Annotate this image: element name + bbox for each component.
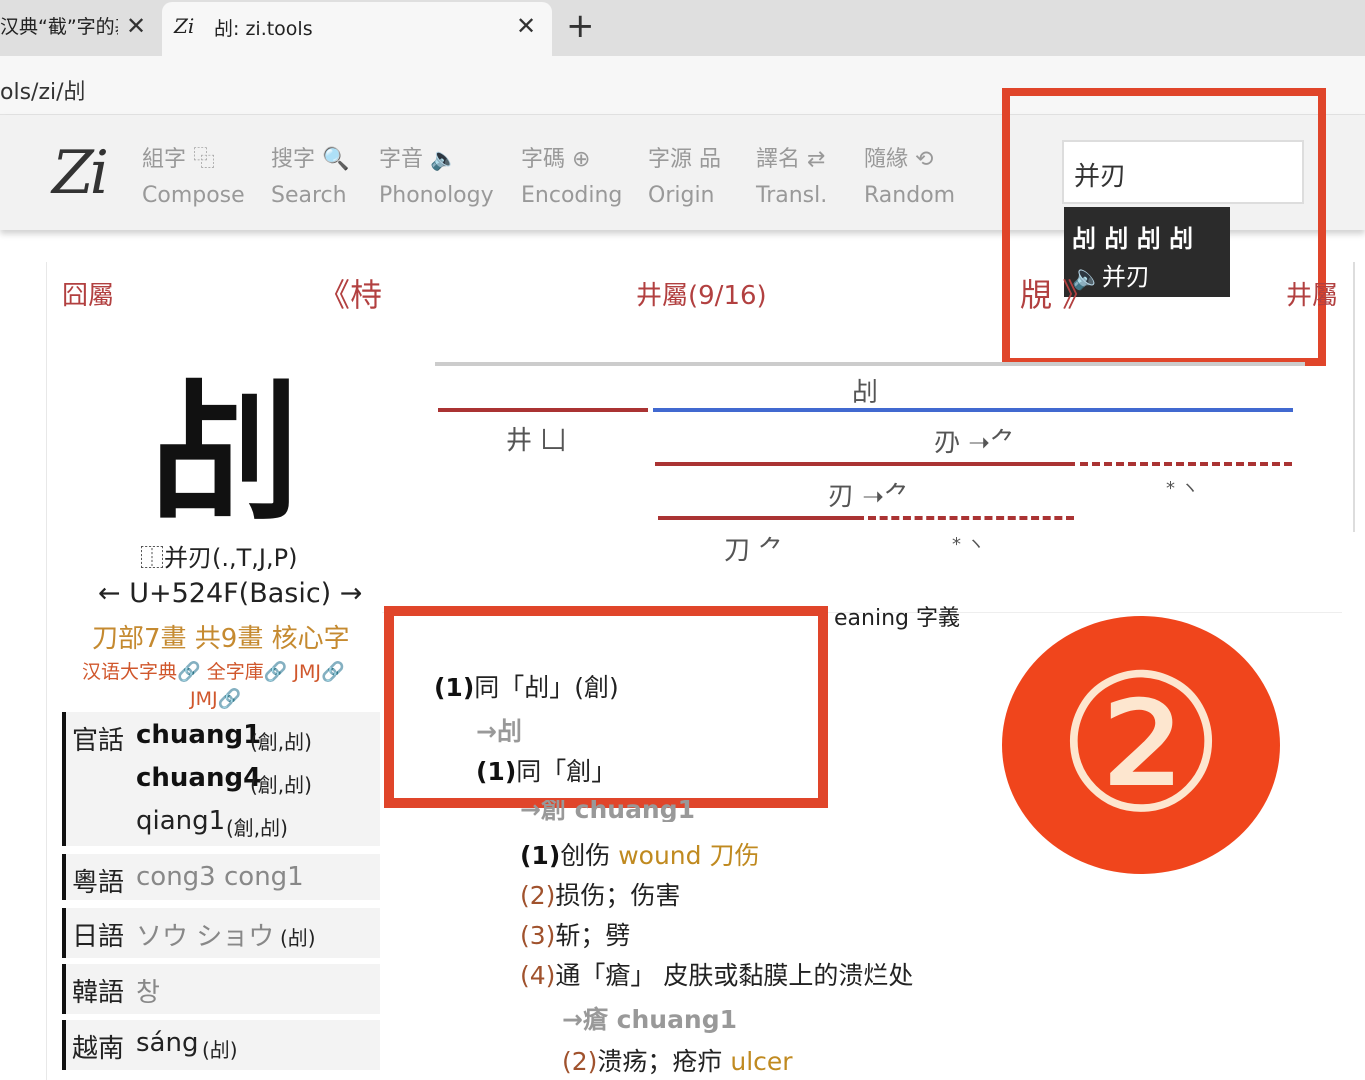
- tree-right-branch: [653, 408, 1293, 412]
- tree-dash-2: [1080, 462, 1292, 466]
- vietnamese-value[interactable]: sáng: [136, 1028, 198, 1058]
- tree-root-char[interactable]: 㓠: [852, 372, 878, 409]
- meaning-crossref[interactable]: →瘡 chuang1: [562, 1000, 737, 1036]
- pinyin-2[interactable]: chuang4: [136, 763, 261, 793]
- tree-right-component[interactable]: 刅 ➝⺈: [934, 422, 1016, 459]
- pinyin-1[interactable]: chuang1: [136, 720, 261, 750]
- vietnamese-note: (㓠): [202, 1038, 238, 1062]
- nav-translation[interactable]: 譯名 ⇄ Transl.: [756, 142, 827, 214]
- zi-favicon-icon: Zi: [174, 14, 195, 38]
- tree-bottom-component[interactable]: 刀 ⺈: [724, 530, 784, 567]
- pinyin-note-1: (創,㓠): [250, 730, 312, 754]
- nav-encoding-label: Encoding: [521, 183, 623, 208]
- ids-decomposition: ⿰并刃(.,T,J,P): [140, 544, 298, 572]
- nav-compose[interactable]: 組字 ⿻ Compose: [142, 142, 245, 214]
- meaning-item: (1)同「創」: [476, 757, 617, 786]
- close-icon[interactable]: ✕: [516, 12, 536, 40]
- korean-value[interactable]: 창: [136, 972, 160, 1009]
- tab-handian[interactable]: 汉典“截”字的基 ✕: [0, 0, 160, 52]
- nav-random[interactable]: 隨緣 ⟲ Random: [864, 142, 955, 214]
- main-character: 㓠: [150, 368, 301, 542]
- cantonese-reading: 粵語 cong3 cong1: [62, 854, 380, 900]
- nav-phonology[interactable]: 字音 🔈 Phonology: [379, 142, 494, 214]
- nav-translation-label: Transl.: [756, 183, 828, 208]
- nav-search-label-zh: 搜字 🔍: [271, 147, 350, 172]
- url-field[interactable]: ols/zi/㓠: [0, 74, 86, 106]
- nav-encoding[interactable]: 字碼 ⊕ Encoding: [521, 142, 622, 214]
- japanese-label: 日語: [72, 922, 125, 952]
- meaning-crossref[interactable]: →創 chuang1: [520, 800, 695, 822]
- tree-top-rule: [435, 362, 1305, 366]
- nav-search-label: Search: [271, 183, 347, 208]
- stroke-info: 刀部7畫 共9畫 核心字: [92, 624, 350, 654]
- meaning-crossref[interactable]: →㓠: [476, 712, 522, 748]
- scroll-edge: [1353, 262, 1365, 532]
- annotation-number-badge: ②: [1002, 616, 1280, 874]
- tab-zitools[interactable]: Zi 㓠: zi.tools ✕: [162, 2, 552, 56]
- next-char-link[interactable]: 覑 》: [1020, 270, 1094, 316]
- cantonese-label: 粵語: [72, 868, 125, 898]
- vietnamese-reading: 越南 sáng (㓠): [62, 1020, 380, 1070]
- nav-origin-label: Origin: [648, 183, 715, 208]
- nav-phonology-label-zh: 字音 🔈: [379, 147, 458, 172]
- meaning-item: (2)损伤；伤害: [520, 881, 681, 910]
- nav-random-label: Random: [864, 183, 956, 208]
- korean-reading: 韓語 창: [62, 964, 380, 1014]
- radical-link-right[interactable]: 井屬: [1286, 275, 1338, 312]
- nav-search[interactable]: 搜字 🔍 Search: [271, 142, 349, 214]
- nav-translation-label-zh: 譯名 ⇄: [756, 147, 826, 172]
- meaning-item: (1)同「㓠」(創): [434, 673, 619, 702]
- nav-origin-label-zh: 字源 品: [648, 147, 721, 172]
- pinyin-3[interactable]: qiang1: [136, 806, 225, 836]
- japanese-value[interactable]: ソウ ショウ: [136, 916, 274, 953]
- japanese-note: (㓠): [280, 926, 316, 950]
- cantonese-value[interactable]: cong3 cong1: [136, 862, 304, 892]
- nav-encoding-label-zh: 字碼 ⊕: [521, 147, 591, 172]
- meaning-item: (2)溃疡；疮疖 ulcer: [562, 1047, 793, 1076]
- nav-phonology-label: Phonology: [379, 183, 494, 208]
- tree-dash-3: [868, 516, 1074, 520]
- new-tab-button[interactable]: +: [566, 6, 595, 46]
- vietnamese-label: 越南: [72, 1034, 125, 1064]
- nav-random-label-zh: 隨緣 ⟲: [864, 147, 934, 172]
- dictionary-links[interactable]: 汉语大字典🔗 全字庫🔗 JMJ🔗: [82, 657, 345, 684]
- tree-left-branch: [438, 408, 648, 412]
- mandarin-reading: 官話 chuang1 (創,㓠) chuang4 (創,㓠) qiang1 (創…: [62, 712, 380, 846]
- pinyin-note-3: (創,㓠): [226, 816, 288, 840]
- pinyin-note-2: (創,㓠): [250, 773, 312, 797]
- nav-origin[interactable]: 字源 品 Origin: [648, 142, 721, 214]
- zi-logo[interactable]: Zi: [52, 138, 109, 208]
- tree-branch-2: [655, 462, 1075, 466]
- korean-label: 韓語: [72, 978, 125, 1008]
- tree-left-component[interactable]: 井 ⼐: [506, 420, 566, 457]
- tree-stroke-1: * ヽ: [1166, 478, 1199, 499]
- tree-stroke-2: * ヽ: [952, 534, 985, 555]
- tree-branch-3: [658, 516, 864, 520]
- japanese-reading: 日語 ソウ ショウ (㓠): [62, 908, 380, 958]
- mandarin-label: 官話: [72, 726, 125, 756]
- unicode-codepoint[interactable]: ← U+524F(Basic) →: [98, 578, 362, 609]
- tab-title: 汉典“截”字的基: [0, 16, 118, 38]
- tree-mid-component[interactable]: 刃 ➝⺈: [828, 476, 910, 513]
- meaning-header: eaning 字義: [834, 606, 960, 631]
- meaning-item: (4)通「瘡」 皮肤或黏膜上的溃烂处: [520, 961, 914, 990]
- close-icon[interactable]: ✕: [126, 12, 146, 40]
- meaning-item: (1)创伤 wound 刀伤: [520, 841, 760, 870]
- annotation-highlight-box: [1002, 88, 1326, 366]
- meaning-item: (3)斩；劈: [520, 921, 631, 950]
- nav-compose-label: Compose: [142, 183, 245, 208]
- current-radical: 井屬(9/16): [636, 281, 767, 311]
- tab-title: 㓠: zi.tools: [214, 18, 313, 40]
- jmj-link[interactable]: JMJ🔗: [190, 687, 241, 710]
- nav-compose-label-zh: 組字 ⿻: [142, 147, 215, 172]
